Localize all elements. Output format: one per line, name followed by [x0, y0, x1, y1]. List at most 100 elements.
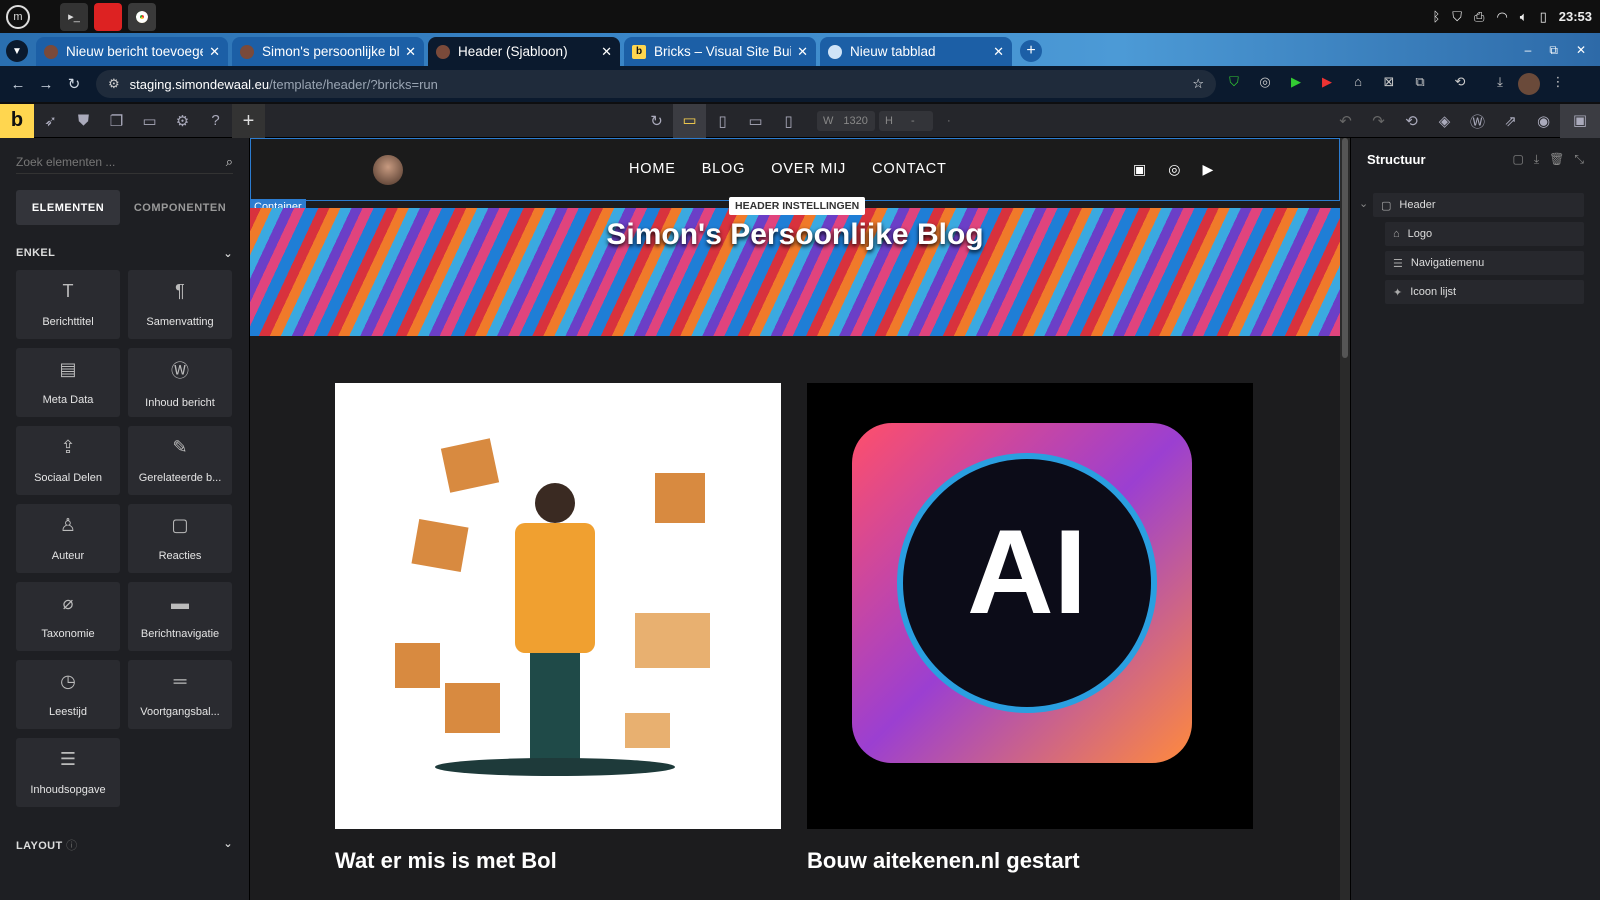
- clock[interactable]: 23:53: [1559, 9, 1592, 24]
- extension-icon[interactable]: ⊠: [1376, 74, 1402, 94]
- chevron-down-icon[interactable]: ⌄: [1359, 197, 1368, 210]
- pointer-icon[interactable]: ➶: [34, 112, 67, 130]
- element-card[interactable]: ¶ Samenvatting: [128, 270, 232, 339]
- element-card[interactable]: ⇪ Sociaal Delen: [16, 426, 120, 495]
- menu-item-blog[interactable]: BLOG: [702, 161, 746, 177]
- history-icon[interactable]: ⟲: [1447, 74, 1473, 94]
- element-card[interactable]: Ⓦ Inhoud bericht: [128, 348, 232, 417]
- close-tab-icon[interactable]: ✕: [797, 44, 808, 60]
- reload-icon[interactable]: ↻: [60, 75, 88, 93]
- menu-item-over-mij[interactable]: OVER MIJ: [771, 161, 846, 177]
- battery-icon[interactable]: ▯: [1540, 9, 1547, 25]
- extension-icon[interactable]: ◎: [1252, 74, 1278, 94]
- collapse-icon[interactable]: ⤡: [1574, 152, 1584, 167]
- preview-eye-icon[interactable]: ◉: [1527, 112, 1560, 130]
- builder-canvas[interactable]: HOME BLOG OVER MIJ CONTACT ▣ ◎ ▶ Contain…: [250, 138, 1340, 900]
- folder-icon[interactable]: ▭: [133, 112, 166, 130]
- save-icon[interactable]: ▣: [1560, 104, 1600, 138]
- height-input[interactable]: H -: [879, 111, 933, 131]
- extension-icon[interactable]: ⌂: [1345, 74, 1371, 94]
- browser-menu-icon[interactable]: ⋮: [1545, 74, 1571, 94]
- bookmark-star-icon[interactable]: ☆: [1192, 76, 1204, 92]
- structure-item-logo[interactable]: ⌂ Logo: [1385, 222, 1584, 246]
- help-icon[interactable]: ?: [199, 112, 232, 129]
- printer-icon[interactable]: ⎙: [1474, 9, 1484, 25]
- post-image-bol[interactable]: [335, 383, 781, 829]
- clipboard-icon[interactable]: ▢: [1513, 152, 1524, 167]
- close-tab-icon[interactable]: ✕: [993, 44, 1004, 60]
- download-icon[interactable]: ⤓: [1534, 152, 1539, 167]
- menu-item-home[interactable]: HOME: [629, 161, 676, 177]
- close-tab-icon[interactable]: ✕: [601, 44, 612, 60]
- wifi-icon[interactable]: ◠: [1496, 9, 1507, 25]
- volume-icon[interactable]: 🔈︎: [1520, 9, 1528, 25]
- terminal-icon[interactable]: ▸_: [60, 2, 88, 31]
- browser-tab[interactable]: Nieuw tabblad ✕: [820, 37, 1012, 66]
- element-card[interactable]: T Berichttitel: [16, 270, 120, 339]
- search-elements[interactable]: Zoek elementen ... ⌕: [16, 150, 233, 174]
- bluetooth-icon[interactable]: ᛒ: [1432, 9, 1440, 24]
- canvas-scrollbar[interactable]: [1340, 138, 1350, 900]
- site-header[interactable]: HOME BLOG OVER MIJ CONTACT ▣ ◎ ▶: [250, 138, 1340, 201]
- tab-search-button[interactable]: ▼: [6, 40, 28, 62]
- element-card[interactable]: ✎ Gerelateerde b...: [128, 426, 232, 495]
- mint-menu-icon[interactable]: m: [6, 4, 30, 29]
- structure-item-icoon-lijst[interactable]: ✦ Icoon lijst: [1385, 280, 1584, 304]
- search-input[interactable]: Zoek elementen ...: [16, 155, 115, 169]
- layers-icon[interactable]: ◈: [1428, 112, 1461, 130]
- pages-icon[interactable]: ❐: [100, 112, 133, 130]
- post-image-ai[interactable]: AI: [807, 383, 1253, 829]
- header-settings-label[interactable]: HEADER INSTELLINGEN: [729, 197, 866, 215]
- wordpress-icon[interactable]: Ⓦ: [1461, 111, 1494, 132]
- extension-shield-icon[interactable]: ⛉: [1221, 74, 1247, 94]
- structure-item-navigatiemenu[interactable]: ☰ Navigatiemenu: [1385, 251, 1584, 275]
- element-card[interactable]: ▤ Meta Data: [16, 348, 120, 417]
- minimize-icon[interactable]: –: [1525, 43, 1532, 58]
- element-card[interactable]: ◷ Leestijd: [16, 660, 120, 729]
- revisions-icon[interactable]: ⟲: [1395, 112, 1428, 130]
- element-card[interactable]: ♙ Auteur: [16, 504, 120, 573]
- element-card[interactable]: ▬ Berichtnavigatie: [128, 582, 232, 651]
- close-tab-icon[interactable]: ✕: [405, 44, 416, 60]
- add-element-icon[interactable]: +: [232, 103, 265, 138]
- template-icon[interactable]: ⛊: [67, 112, 100, 129]
- extensions-puzzle-icon[interactable]: ⧉: [1407, 74, 1433, 94]
- back-icon[interactable]: ←: [4, 76, 32, 93]
- structure-item-header[interactable]: ▢ Header: [1373, 193, 1584, 217]
- youtube-icon[interactable]: ▶: [1202, 161, 1213, 178]
- post-title[interactable]: Wat er mis is met Bol: [335, 848, 557, 874]
- section-header-simple[interactable]: ENKEL ⌄: [16, 247, 233, 260]
- browser-tab[interactable]: b Bricks – Visual Site Builder ✕: [624, 37, 816, 66]
- close-window-icon[interactable]: ✕: [1576, 43, 1586, 58]
- files-icon[interactable]: [94, 2, 122, 31]
- tab-elements[interactable]: ELEMENTEN: [16, 190, 120, 225]
- extension-youtube-icon[interactable]: ▶: [1314, 74, 1340, 94]
- tablet-breakpoint-icon[interactable]: ▭: [739, 112, 772, 130]
- refresh-icon[interactable]: ↻: [640, 112, 673, 130]
- trash-icon[interactable]: 🗑︎: [1549, 152, 1564, 167]
- element-card[interactable]: ⌀ Taxonomie: [16, 582, 120, 651]
- undo-icon[interactable]: ↶: [1329, 112, 1362, 130]
- maximize-icon[interactable]: ⧉: [1549, 43, 1558, 58]
- profile-avatar[interactable]: [1518, 73, 1540, 95]
- width-input[interactable]: W 1320: [817, 111, 875, 131]
- browser-tab-active[interactable]: Header (Sjabloon) ✕: [428, 37, 620, 66]
- omnibox[interactable]: ⚙ staging.simondewaal.eu /template/heade…: [96, 70, 1216, 98]
- menu-item-contact[interactable]: CONTACT: [872, 161, 947, 177]
- mobile-breakpoint-icon[interactable]: ▯: [772, 112, 805, 130]
- laptop-breakpoint-icon[interactable]: ▯: [706, 112, 739, 130]
- element-card[interactable]: ═ Voortgangsbal...: [128, 660, 232, 729]
- facebook-icon[interactable]: ▣: [1133, 161, 1146, 178]
- download-icon[interactable]: ⤓: [1487, 74, 1513, 94]
- external-link-icon[interactable]: ⇗: [1494, 112, 1527, 130]
- chrome-icon[interactable]: [128, 2, 156, 31]
- redo-icon[interactable]: ↷: [1362, 112, 1395, 130]
- settings-gear-icon[interactable]: ⚙: [166, 112, 199, 130]
- browser-tab[interactable]: Nieuw bericht toevoegen ✕: [36, 37, 228, 66]
- instagram-icon[interactable]: ◎: [1168, 161, 1180, 178]
- post-title[interactable]: Bouw aitekenen.nl gestart: [807, 848, 1080, 874]
- new-tab-button[interactable]: +: [1020, 40, 1042, 62]
- element-card[interactable]: ▢ Reacties: [128, 504, 232, 573]
- bricks-logo[interactable]: b: [0, 103, 34, 138]
- forward-icon[interactable]: →: [32, 76, 60, 93]
